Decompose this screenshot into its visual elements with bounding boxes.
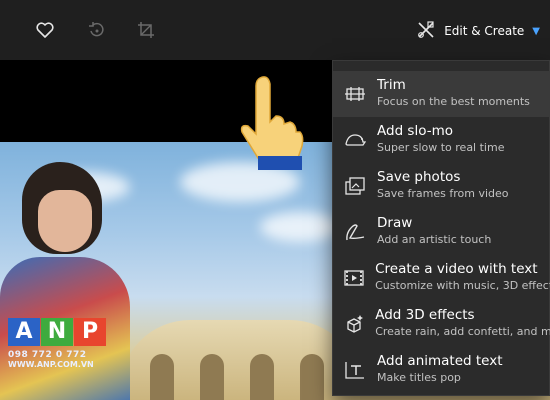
menu-item-save-photos[interactable]: Save photos Save frames from video [333, 163, 550, 209]
edit-create-icon [416, 20, 436, 43]
draw-icon [333, 209, 377, 255]
edit-create-button[interactable]: Edit & Create ▼ [416, 18, 540, 44]
menu-item-title: Draw [377, 215, 413, 231]
heart-icon[interactable] [33, 18, 57, 42]
menu-item-add-animated-text[interactable]: Add animated text Make titles pop [333, 347, 550, 393]
menu-item-subtitle: Add an artistic touch [377, 233, 492, 246]
menu-item-title: Add 3D effects [375, 307, 475, 323]
trim-icon [333, 71, 377, 117]
crop-icon[interactable] [134, 18, 158, 42]
menu-item-subtitle: Focus on the best moments [377, 95, 530, 108]
watermark-logo: A N P 098 772 0 772 WWW.ANP.COM.VN [8, 318, 112, 398]
edit-create-label: Edit & Create [444, 24, 525, 38]
menu-item-subtitle: Make titles pop [377, 371, 461, 384]
menu-item-subtitle: Save frames from video [377, 187, 509, 200]
watermark-letter-n: N [41, 318, 73, 346]
menu-item-trim[interactable]: Trim Focus on the best moments [333, 71, 550, 117]
watermark-phone: 098 772 0 772 [8, 350, 87, 360]
edit-create-menu: Trim Focus on the best moments Add slo-m… [332, 60, 550, 396]
watermark-letter-p: P [74, 318, 106, 346]
menu-item-title: Add slo-mo [377, 123, 454, 139]
menu-item-title: Create a video with text [375, 261, 538, 277]
watermark-website: WWW.ANP.COM.VN [8, 360, 94, 369]
save-photos-icon [333, 163, 377, 209]
menu-item-subtitle: Customize with music, 3D effects [375, 279, 550, 292]
menu-item-title: Add animated text [377, 353, 503, 369]
watermark-letter-a: A [8, 318, 40, 346]
menu-item-add-slo-mo[interactable]: Add slo-mo Super slow to real time [333, 117, 550, 163]
menu-item-add-3d-effects[interactable]: Add 3D effects Create rain, add confetti… [333, 301, 550, 347]
menu-item-draw[interactable]: Draw Add an artistic touch [333, 209, 550, 255]
top-toolbar: Edit & Create ▼ [0, 0, 550, 60]
slomo-icon [333, 117, 377, 163]
animated-text-icon [333, 347, 377, 393]
menu-item-subtitle: Super slow to real time [377, 141, 505, 154]
3d-effects-icon [333, 301, 375, 347]
pointing-hand-icon [234, 72, 306, 172]
menu-item-subtitle: Create rain, add confetti, and mo [375, 325, 550, 338]
chevron-down-icon: ▼ [532, 25, 540, 37]
menu-item-title: Trim [377, 77, 406, 93]
menu-item-create-video-with-text[interactable]: Create a video with text Customize with … [333, 255, 550, 301]
rotate-icon[interactable] [84, 18, 108, 42]
menu-item-title: Save photos [377, 169, 461, 185]
video-text-icon [333, 255, 375, 301]
